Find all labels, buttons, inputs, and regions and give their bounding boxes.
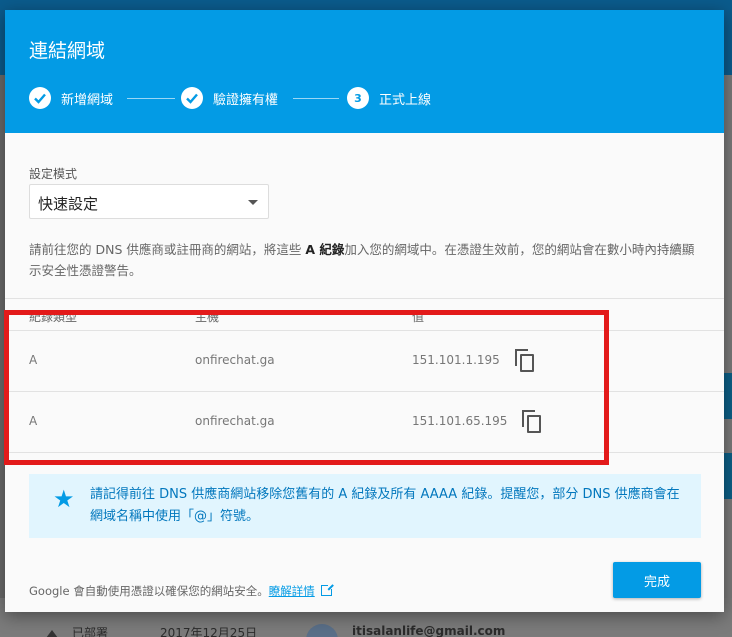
step-connector: [127, 98, 175, 99]
step-label: 正式上線: [379, 92, 432, 108]
step-label: 驗證擁有權: [213, 92, 279, 108]
done-button[interactable]: 完成: [613, 562, 701, 598]
background-right-edge: [724, 75, 732, 637]
step-verify-ownership: 驗證擁有權: [181, 86, 278, 110]
background-status-icon: [46, 630, 58, 637]
learn-more-link[interactable]: 瞭解詳情: [269, 584, 315, 598]
background-email-text: itisalanlife@gmail.com: [352, 624, 506, 637]
dropdown-arrow-icon: [248, 200, 258, 205]
a-record-emphasis: A 紀錄: [305, 242, 345, 257]
security-note: Google 會自動使用憑證以確保您的網站安全。瞭解詳情: [29, 583, 334, 599]
check-icon: [29, 87, 51, 109]
step-number: 3: [347, 87, 369, 109]
setup-mode-label: 設定模式: [29, 167, 78, 181]
step-label: 新增網域: [61, 92, 114, 108]
highlight-box: [4, 310, 609, 465]
open-in-new-icon[interactable]: [320, 583, 334, 596]
dialog-header: 連結網域 新增網域 驗證擁有權 3 正式上線: [5, 10, 724, 133]
step-add-domain: 新增網域: [29, 86, 113, 110]
background-date-text: 2017年12月25日: [160, 626, 258, 637]
info-banner: ★ 請記得前往 DNS 供應商網站移除您舊有的 A 紀錄及所有 AAAA 紀錄。…: [29, 474, 701, 538]
info-banner-text: 請記得前往 DNS 供應商網站移除您舊有的 A 紀錄及所有 AAAA 紀錄。提醒…: [90, 487, 680, 524]
dns-instructions: 請前往您的 DNS 供應商或註冊商的網站，將這些 A 紀錄加入您的網域中。在憑證…: [29, 242, 695, 278]
setup-mode-value: 快速設定: [38, 195, 99, 213]
star-icon: ★: [53, 485, 75, 513]
setup-mode-select[interactable]: 快速設定: [29, 184, 269, 219]
background-status-text: 已部署: [72, 626, 109, 637]
check-icon: [181, 87, 203, 109]
step-connector: [293, 98, 339, 99]
dialog-title: 連結網域: [29, 40, 106, 62]
step-go-live: 3 正式上線: [347, 86, 431, 110]
